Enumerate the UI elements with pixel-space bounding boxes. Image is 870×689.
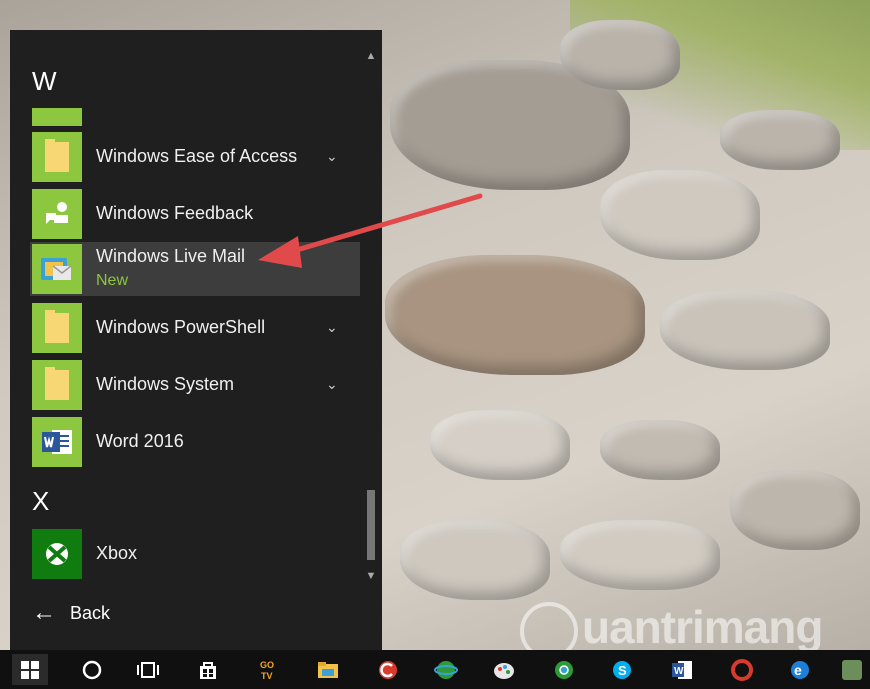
windows-start-icon[interactable] (12, 654, 48, 685)
file-explorer-icon[interactable] (310, 654, 346, 685)
gotv-icon[interactable]: GO TV (250, 654, 286, 685)
annotation-arrow (258, 193, 483, 268)
cortana-icon[interactable] (74, 654, 110, 685)
folder-icon (32, 303, 82, 353)
task-view-icon[interactable] (130, 654, 166, 685)
watermark-logo: uantrimang (520, 600, 823, 650)
new-badge: New (96, 272, 129, 289)
rock (560, 20, 680, 90)
rock (600, 420, 720, 480)
svg-text:GO: GO (260, 660, 274, 670)
back-button[interactable]: ← Back (32, 598, 110, 628)
svg-text:e: e (794, 662, 802, 678)
folder-icon (32, 360, 82, 410)
ie-green-icon[interactable] (428, 654, 464, 685)
word-icon (32, 417, 82, 467)
back-label: Back (70, 602, 111, 623)
app-windows-ease-of-access[interactable]: Windows Ease of Access ⌄ (30, 130, 360, 184)
skype-icon[interactable]: S (604, 654, 640, 685)
app-name: Windows Ease of Access (96, 146, 298, 166)
chevron-down-icon[interactable]: ⌄ (326, 319, 340, 335)
app-name: Windows Feedback (96, 203, 254, 223)
svg-text:S: S (618, 663, 627, 678)
group-header-w[interactable]: W (32, 66, 57, 97)
app-windows-powershell[interactable]: Windows PowerShell ⌄ (30, 301, 360, 355)
partial-app-tile (32, 108, 82, 126)
scroll-up-arrow-icon[interactable]: ▲ (365, 50, 377, 62)
scroll-down-arrow-icon[interactable]: ▼ (365, 570, 377, 582)
word-icon[interactable]: W (664, 654, 700, 685)
store-icon[interactable] (190, 654, 226, 685)
chevron-down-icon[interactable]: ⌄ (326, 148, 340, 164)
start-menu: W Windows Ease of Access ⌄ Windows Feedb… (10, 30, 382, 650)
rock (660, 290, 830, 370)
rock (560, 520, 720, 590)
opera-icon[interactable] (724, 654, 760, 685)
paint-icon[interactable] (486, 654, 522, 685)
group-header-x[interactable]: X (32, 486, 49, 517)
feedback-icon (32, 189, 82, 239)
taskbar: GO TV S W e (0, 650, 870, 689)
app-windows-system[interactable]: Windows System ⌄ (30, 358, 360, 412)
ccleaner-icon[interactable] (370, 654, 406, 685)
app-name: Xbox (96, 543, 138, 563)
rock (730, 470, 860, 550)
app-name: Windows Live Mail (96, 246, 246, 266)
app-name: Windows PowerShell (96, 317, 266, 337)
rock (400, 520, 550, 600)
svg-text:TV: TV (261, 671, 273, 681)
edge-icon[interactable]: e (782, 654, 818, 685)
app-name: Windows System (96, 374, 235, 394)
rock (600, 170, 760, 260)
xbox-icon (32, 529, 82, 579)
app-icon[interactable] (834, 654, 870, 685)
rock (430, 410, 570, 480)
chevron-down-icon[interactable]: ⌄ (326, 376, 340, 392)
mail-icon (32, 244, 82, 294)
app-xbox[interactable]: Xbox (30, 527, 360, 581)
watermark-text: uantrimang (582, 601, 823, 650)
app-list-scrollbar[interactable]: ▲ ▼ (362, 50, 380, 590)
scroll-thumb[interactable] (367, 490, 375, 560)
svg-text:W: W (674, 666, 684, 677)
chrome-icon[interactable] (546, 654, 582, 685)
app-list: W Windows Ease of Access ⌄ Windows Feedb… (10, 30, 360, 590)
lightbulb-icon (520, 601, 578, 650)
back-arrow-icon: ← (32, 599, 56, 626)
rock (720, 110, 840, 170)
app-name: Word 2016 (96, 431, 184, 451)
folder-icon (32, 132, 82, 182)
app-word-2016[interactable]: Word 2016 (30, 415, 360, 469)
